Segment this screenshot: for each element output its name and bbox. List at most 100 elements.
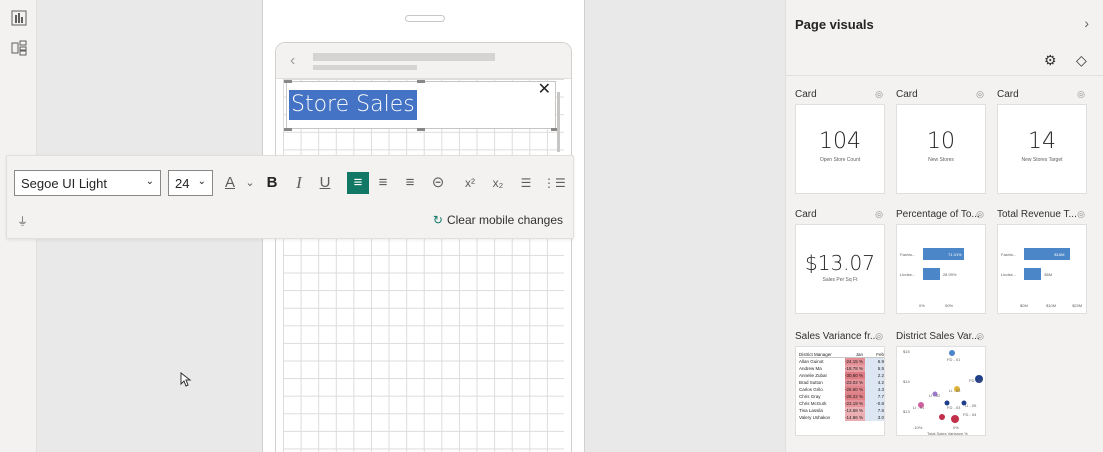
numbered-list-button[interactable]: ⋮☰ [543, 170, 566, 196]
bold-button[interactable]: B [261, 170, 283, 196]
align-center-button[interactable]: ≡ [372, 170, 394, 196]
x-tick-label: $10M [1046, 303, 1057, 308]
point-label: LI - 02 [929, 393, 941, 398]
report-view-icon[interactable] [11, 10, 27, 26]
phone-header: ‹ [276, 43, 571, 79]
clear-mobile-changes-button[interactable]: ↻ Clear mobile changes [433, 213, 563, 227]
bar-chart-revenue: Fashio... $16M Lindse... $6M $0M $10M $20M [997, 224, 1087, 314]
table-row: Carlos Grilo -26.60 % 4.3 [799, 386, 884, 393]
font-color-button[interactable]: A [219, 170, 241, 196]
district-scatter-chart: $15 $14 $13 -10% 0% Total Sales Variance % FD … [896, 346, 986, 436]
sales-variance-table: District Manager Jan Feb Allan Guinot -24.15… [795, 346, 885, 436]
font-size-select[interactable]: 24 ⌄ [168, 170, 213, 196]
resize-handle[interactable] [417, 128, 425, 131]
visual-format-icon[interactable]: ⏚ [17, 213, 28, 229]
bar-category-label: Lindse... [1001, 272, 1017, 277]
card-label: New Stores Target [1021, 157, 1063, 163]
table-cell: 3.0 [865, 414, 884, 421]
table-cell: -23.02 % [845, 379, 865, 386]
table-cell: 7.7 [865, 393, 884, 400]
eye-icon[interactable]: ◎ [875, 331, 883, 342]
eye-icon[interactable]: ◎ [976, 209, 984, 220]
font-family-select[interactable]: Segoe UI Light ⌄ [14, 170, 161, 196]
font-color-dropdown[interactable]: ⌄ [239, 170, 261, 196]
x-tick-label: 0% [953, 425, 959, 430]
card-value: $13.07 [805, 251, 875, 275]
table-row: Andrew Ma -18.78 % 5.5 [799, 365, 884, 372]
table-cell: 2.2 [865, 372, 884, 379]
scatter-point [951, 415, 959, 423]
mobile-layout-icon[interactable] [11, 40, 27, 56]
x-tick-label: $20M [1072, 303, 1083, 308]
table-row: Valery Ushakov -14.86 % 3.0 [799, 414, 884, 421]
resize-handle[interactable] [284, 128, 292, 131]
chevron-right-icon[interactable]: › [1084, 15, 1089, 31]
table-grid: District Manager Jan Feb Allan Guinot -24.15… [799, 351, 884, 421]
filter-settings-icon[interactable]: ⚙ [1044, 52, 1057, 69]
visual-title: District Sales Var... [896, 331, 980, 342]
table-header-cell: Jan [855, 352, 863, 357]
bar-value-label: 71.01% [948, 252, 962, 257]
eraser-icon[interactable]: ◇ [1076, 52, 1087, 69]
scatter-svg: $15 $14 $13 -10% 0%Total Sales Variance % FD … [903, 349, 983, 436]
bar-value-label: 28.99% [942, 272, 957, 277]
bullets-button[interactable]: ☰ [515, 170, 537, 196]
text-box-visual[interactable]: Store Sales ✕ [284, 79, 559, 131]
close-icon[interactable]: ✕ [538, 79, 551, 99]
table-header-cell: Feb [876, 352, 884, 357]
visual-title: Total Revenue T... [997, 209, 1077, 220]
underline-button[interactable]: U [314, 170, 336, 196]
card-label: Sales Per Sq Ft [822, 277, 858, 283]
table-row: Allan Guinot -24.15 % 6.9 [799, 358, 884, 365]
eye-icon[interactable]: ◎ [875, 89, 883, 100]
y-tick-label: $14 [903, 379, 910, 384]
y-tick-label: $13 [903, 409, 910, 414]
align-left-button[interactable]: ≡ [347, 172, 369, 194]
pane-toolbar: ⚙ ◇ [786, 46, 1103, 76]
table-cell: -18.78 % [845, 365, 865, 372]
phone-scrollbar[interactable] [557, 92, 560, 152]
card-value: 104 [819, 129, 861, 154]
eye-icon[interactable]: ◎ [976, 89, 984, 100]
eye-icon[interactable]: ◎ [1077, 89, 1085, 100]
bar-category-label: Lindse... [900, 272, 916, 277]
bar-value-label: $16M [1054, 252, 1065, 257]
table-cell: Allan Guinot [799, 359, 824, 364]
table-cell: Brad Sutton [799, 380, 823, 385]
table-cell: -26.60 % [845, 386, 865, 393]
text-box-title[interactable]: Store Sales [289, 90, 417, 120]
visual-title: Sales Variance fr... [795, 331, 879, 342]
reset-icon: ↻ [432, 213, 443, 227]
table-cell: Tina Lassila [799, 408, 823, 413]
point-label: FD - 03 [947, 405, 961, 410]
phone-title-placeholder [313, 53, 495, 61]
table-cell: 7.6 [865, 407, 884, 414]
table-cell: Valery Ushakov [799, 415, 831, 420]
table-cell: Chris Gray [799, 394, 821, 399]
x-tick-label: 0% [919, 303, 925, 308]
superscript-button[interactable]: x² [459, 170, 481, 196]
point-label: LI - 05 [965, 403, 977, 408]
eye-icon[interactable]: ◎ [1077, 209, 1085, 220]
resize-handle[interactable] [417, 80, 425, 83]
eye-icon[interactable]: ◎ [875, 209, 883, 220]
resize-handle[interactable] [284, 80, 292, 83]
table-cell: Annelie Zubar [799, 373, 828, 378]
italic-button[interactable]: I [288, 170, 310, 196]
visual-title: Card [795, 89, 817, 100]
table-cell: -28.22 % [845, 393, 865, 400]
align-right-button[interactable]: ≡ [399, 170, 421, 196]
bar-value-label: $6M [1044, 272, 1053, 277]
card-label: New Stores [928, 157, 954, 163]
scatter-point [949, 350, 955, 356]
eye-icon[interactable]: ◎ [976, 331, 984, 342]
subscript-button[interactable]: x₂ [487, 170, 509, 196]
bar-category-label: Fashio... [1001, 252, 1017, 257]
table-cell: -22.19 % [845, 400, 865, 407]
table-row: Chris McGurk -22.19 % -0.8 [799, 400, 884, 407]
table-cell: 5.5 [865, 365, 884, 372]
chevron-down-icon: ⌄ [197, 176, 206, 187]
link-button[interactable]: ⊝ [427, 170, 449, 196]
table-cell: Chris McGurk [799, 401, 827, 406]
table-header-row: District Manager Jan Feb [799, 351, 884, 358]
